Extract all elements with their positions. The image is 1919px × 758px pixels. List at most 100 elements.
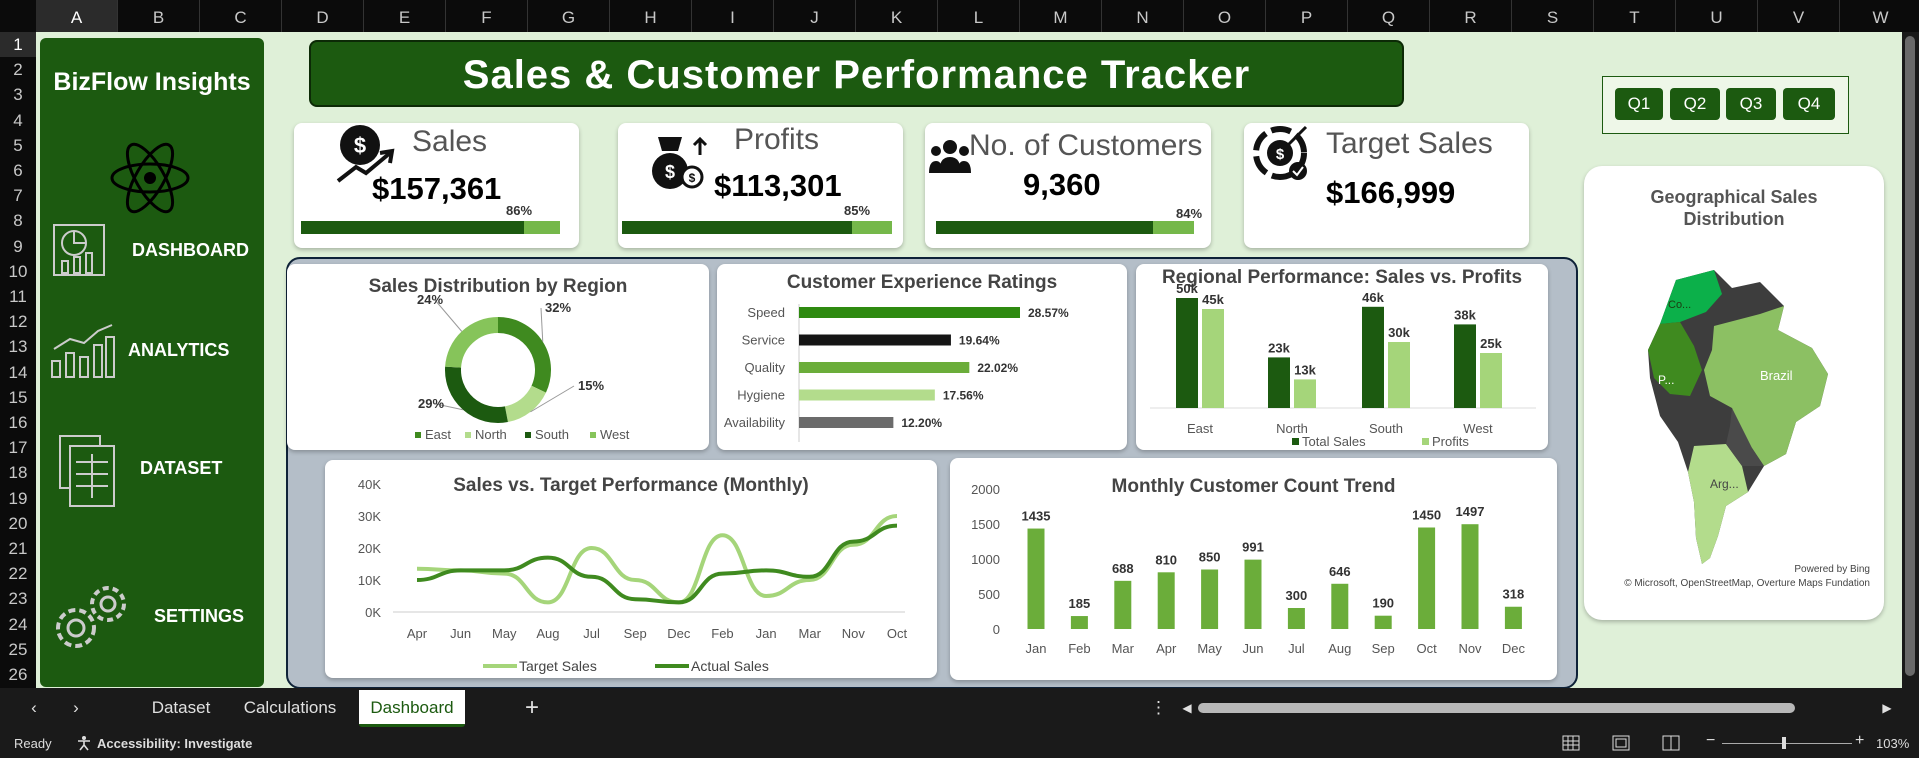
row-header-26[interactable]: 26 xyxy=(0,662,36,687)
vertical-scroll-thumb[interactable] xyxy=(1905,36,1915,676)
quarter-button-q2[interactable]: Q2 xyxy=(1670,88,1720,120)
column-header-f[interactable]: F xyxy=(446,0,528,32)
column-header-d[interactable]: D xyxy=(282,0,364,32)
regional-chart-card[interactable]: Regional Performance: Sales vs. Profits … xyxy=(1136,264,1548,450)
quarter-button-q4[interactable]: Q4 xyxy=(1783,88,1835,120)
page-break-icon[interactable] xyxy=(1662,735,1680,751)
hscroll-right-icon[interactable]: ▶ xyxy=(1880,688,1894,728)
add-sheet-icon[interactable]: + xyxy=(518,688,546,728)
zoom-slider[interactable] xyxy=(1722,743,1852,744)
page-layout-icon[interactable] xyxy=(1612,735,1630,751)
y-tick-label: 0K xyxy=(365,605,381,620)
sidebar-item-settings[interactable]: SETTINGS xyxy=(48,578,258,663)
sidebar-item-dataset[interactable]: DATASET xyxy=(48,428,258,518)
row-header-1[interactable]: 1 xyxy=(0,32,36,58)
column-header-p[interactable]: P xyxy=(1266,0,1348,32)
customers-chart-card[interactable]: Monthly Customer Count Trend 0 500 1000 150… xyxy=(950,458,1557,680)
row-header-3[interactable]: 3 xyxy=(0,82,36,107)
row-header-9[interactable]: 9 xyxy=(0,234,36,259)
y-tick-label: 20K xyxy=(358,541,381,556)
donut-chart: 32% 15% 29% 24% East North South West xyxy=(415,292,630,442)
row-header-20[interactable]: 20 xyxy=(0,511,36,536)
quarter-button-q1[interactable]: Q1 xyxy=(1615,88,1663,120)
column-header-a[interactable]: A xyxy=(36,0,118,35)
column-header-q[interactable]: Q xyxy=(1348,0,1430,32)
column-header-t[interactable]: T xyxy=(1594,0,1676,32)
regional-category-label: South xyxy=(1369,421,1403,436)
column-header-u[interactable]: U xyxy=(1676,0,1758,32)
south-america-map[interactable]: Co... Brazil P... Arg... xyxy=(1614,266,1854,566)
row-header-8[interactable]: 8 xyxy=(0,208,36,233)
column-header-v[interactable]: V xyxy=(1758,0,1840,32)
kpi-percent: 85% xyxy=(844,203,871,218)
target-chart-card[interactable]: Sales vs. Target Performance (Monthly) 0… xyxy=(325,460,937,678)
horizontal-scroll-thumb[interactable] xyxy=(1198,703,1795,713)
zoom-out-icon[interactable]: − xyxy=(1706,732,1715,750)
zoom-in-icon[interactable]: + xyxy=(1855,732,1864,750)
column-header-r[interactable]: R xyxy=(1430,0,1512,32)
row-header-12[interactable]: 12 xyxy=(0,309,36,334)
column-header-k[interactable]: K xyxy=(856,0,938,32)
row-header-23[interactable]: 23 xyxy=(0,586,36,611)
column-header-o[interactable]: O xyxy=(1184,0,1266,32)
map-label-colombia: Co... xyxy=(1668,299,1691,311)
donut-chart-card[interactable]: Sales Distribution by Region 32% 15% 29% 24… xyxy=(287,264,709,450)
column-header-b[interactable]: B xyxy=(118,0,200,32)
customers-bar-apr xyxy=(1157,572,1175,629)
row-header-25[interactable]: 25 xyxy=(0,637,36,662)
row-header-16[interactable]: 16 xyxy=(0,410,36,435)
column-header-i[interactable]: I xyxy=(692,0,774,32)
zoom-slider-handle[interactable] xyxy=(1782,737,1786,749)
tab-scroll-right-icon[interactable]: › xyxy=(64,688,88,728)
row-header-11[interactable]: 11 xyxy=(0,284,36,309)
tab-calculations[interactable]: Calculations xyxy=(236,688,344,728)
row-header-24[interactable]: 24 xyxy=(0,612,36,637)
column-header-s[interactable]: S xyxy=(1512,0,1594,32)
tab-dashboard[interactable]: Dashboard xyxy=(359,690,465,727)
row-header-14[interactable]: 14 xyxy=(0,360,36,385)
dashboard-title: Sales & Customer Performance Tracker xyxy=(309,40,1404,107)
column-header-e[interactable]: E xyxy=(364,0,446,32)
quarter-button-q3[interactable]: Q3 xyxy=(1726,88,1776,120)
row-header-5[interactable]: 5 xyxy=(0,133,36,158)
zoom-level[interactable]: 103% xyxy=(1876,736,1909,751)
sidebar-item-dashboard[interactable]: DASHBOARD xyxy=(48,213,258,288)
row-header-6[interactable]: 6 xyxy=(0,158,36,183)
row-header-21[interactable]: 21 xyxy=(0,536,36,561)
column-header-bar: ABCDEFGHIJKLMNOPQRSTUVW xyxy=(0,0,1919,35)
ratings-chart-card[interactable]: Customer Experience Ratings Speed 28.57% S… xyxy=(717,264,1127,450)
column-header-c[interactable]: C xyxy=(200,0,282,32)
row-header-4[interactable]: 4 xyxy=(0,108,36,133)
row-header-7[interactable]: 7 xyxy=(0,183,36,208)
column-header-l[interactable]: L xyxy=(938,0,1020,32)
row-header-17[interactable]: 17 xyxy=(0,435,36,460)
column-header-h[interactable]: H xyxy=(610,0,692,32)
row-header-2[interactable]: 2 xyxy=(0,57,36,82)
column-header-g[interactable]: G xyxy=(528,0,610,32)
column-header-n[interactable]: N xyxy=(1102,0,1184,32)
kpi-value: 9,360 xyxy=(1023,167,1101,202)
regional-bar-north-profits xyxy=(1294,379,1316,408)
row-header-10[interactable]: 10 xyxy=(0,259,36,284)
more-options-icon[interactable]: ⋮ xyxy=(1150,688,1167,728)
column-header-j[interactable]: J xyxy=(774,0,856,32)
hscroll-left-icon[interactable]: ◀ xyxy=(1180,688,1194,728)
accessibility-status[interactable]: Accessibility: Investigate xyxy=(97,736,252,751)
normal-view-icon[interactable] xyxy=(1562,735,1580,751)
row-header-15[interactable]: 15 xyxy=(0,385,36,410)
row-header-13[interactable]: 13 xyxy=(0,334,36,359)
donut-slice-west xyxy=(445,317,499,369)
legend-swatch xyxy=(465,432,471,438)
legend-label: Target Sales xyxy=(519,658,597,674)
row-header-18[interactable]: 18 xyxy=(0,460,36,485)
row-header-19[interactable]: 19 xyxy=(0,486,36,511)
ratings-data-label: 17.56% xyxy=(943,389,984,403)
tab-dataset[interactable]: Dataset xyxy=(142,688,220,728)
column-header-w[interactable]: W xyxy=(1840,0,1919,32)
sidebar-item-analytics[interactable]: ANALYTICS xyxy=(48,313,258,388)
column-header-m[interactable]: M xyxy=(1020,0,1102,32)
tab-scroll-left-icon[interactable]: ‹ xyxy=(22,688,46,728)
customers-bar-jul xyxy=(1287,608,1305,629)
row-header-22[interactable]: 22 xyxy=(0,561,36,586)
legend-label: Actual Sales xyxy=(691,658,769,674)
